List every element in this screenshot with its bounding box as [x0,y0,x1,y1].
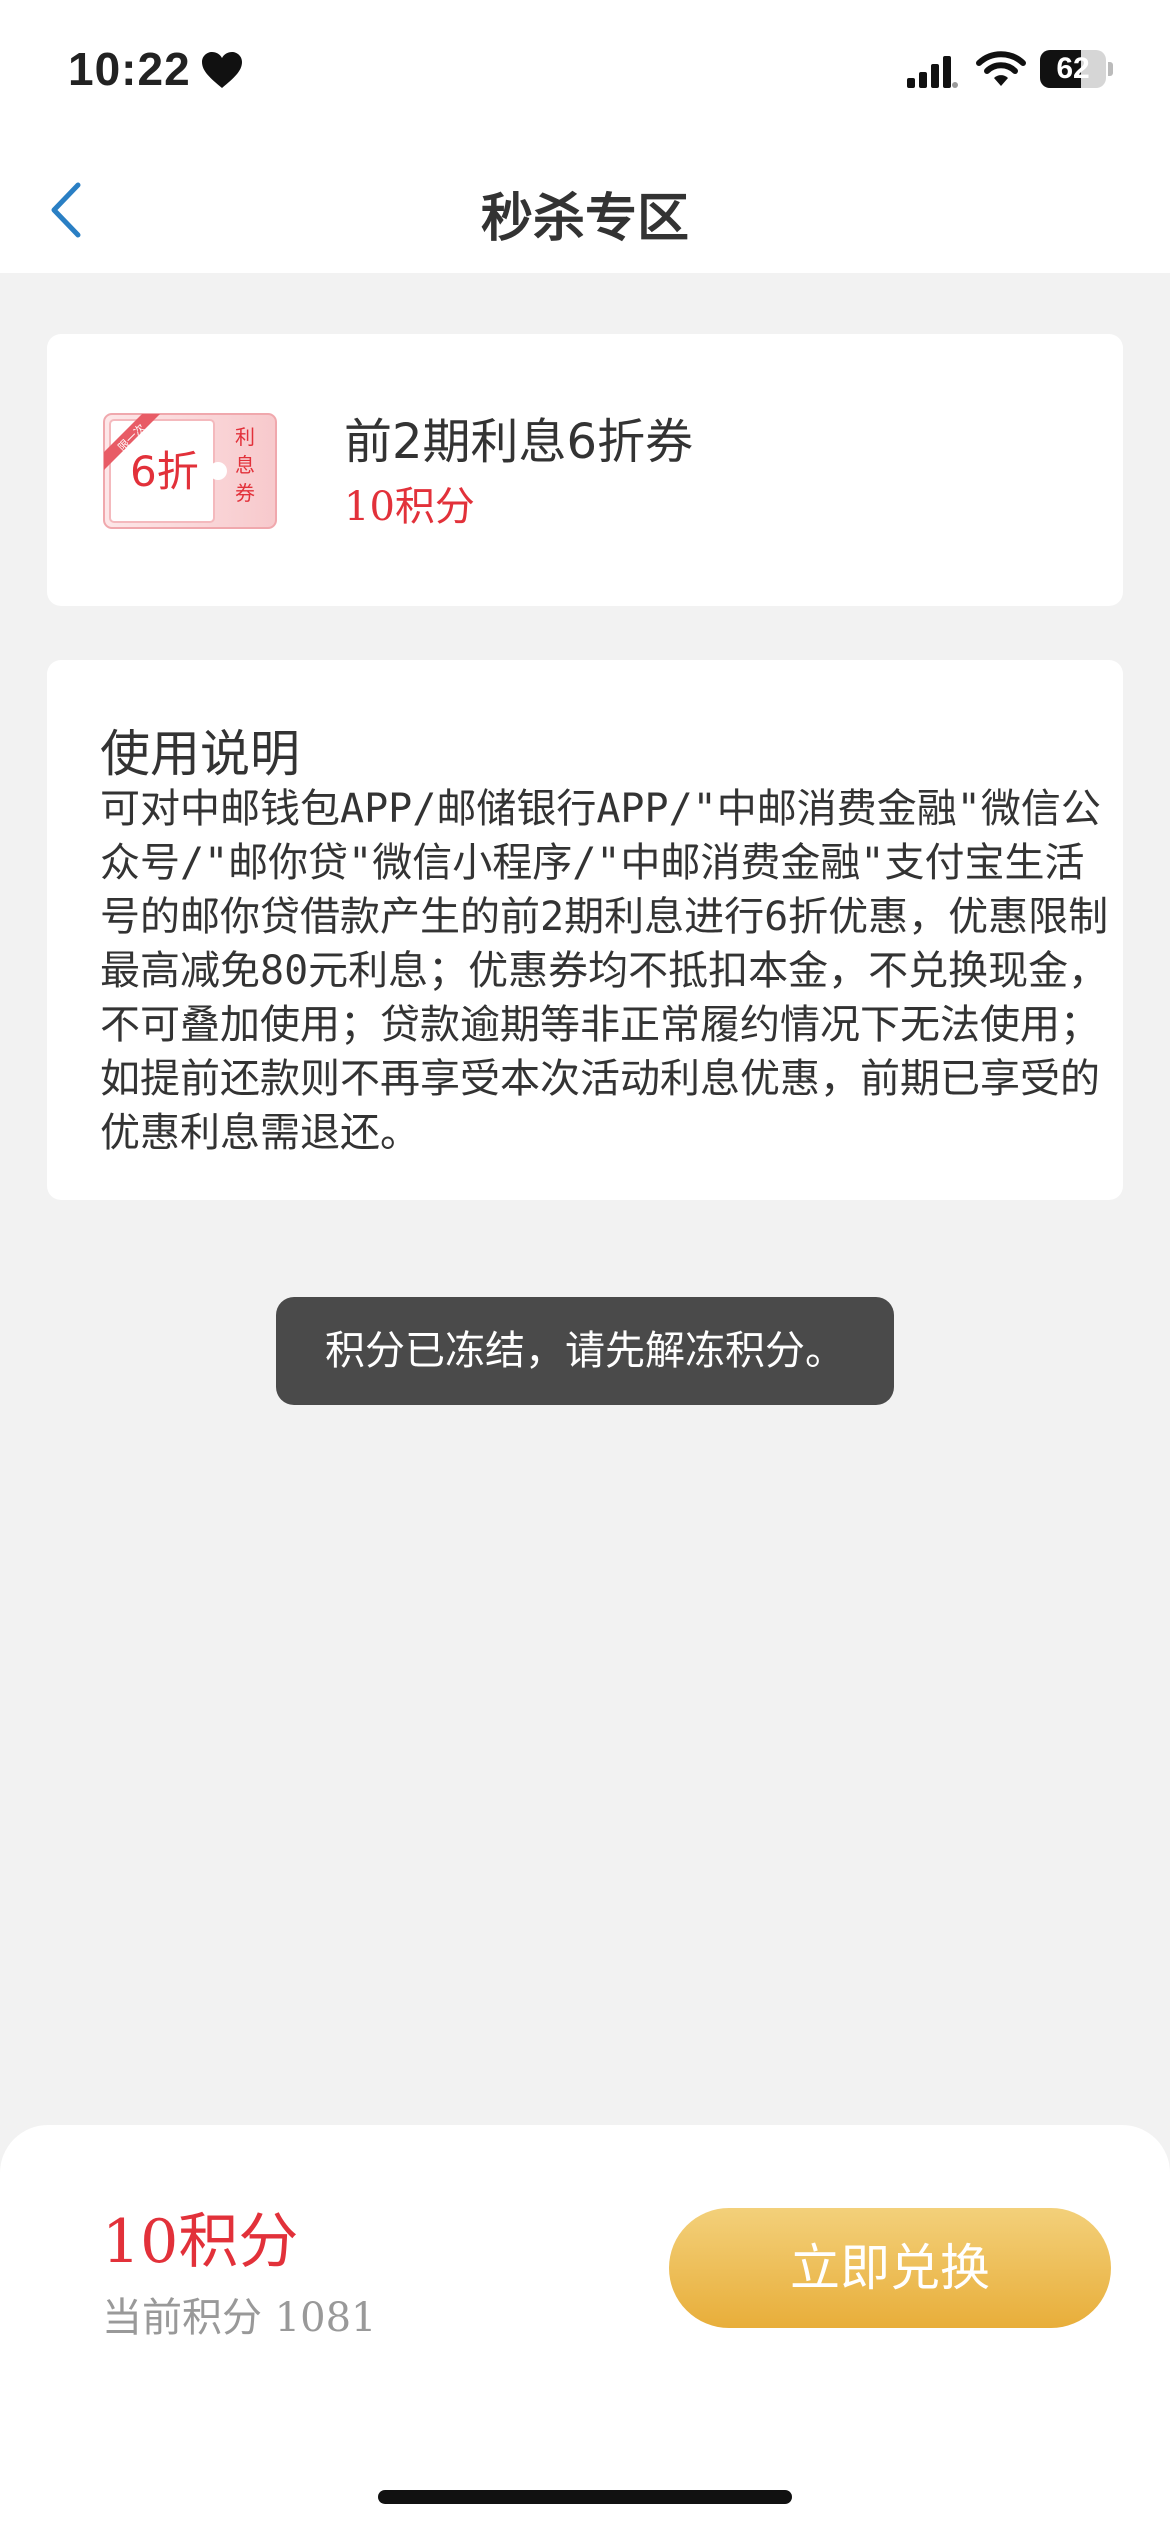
current-points-balance: 当前积分 1081 [102,2295,377,2341]
coupon-icon-label-2: 息 [235,453,255,477]
price-points: 10积分 [102,2207,299,2277]
battery-level: 62 [1056,52,1090,85]
coupon-points: 10积分 [344,484,475,530]
instructions-card: 使用说明 可对中邮钱包APP/邮储银行APP/"中邮消费金融"微信公众号/"邮你… [47,660,1123,1200]
instructions-body: 可对中邮钱包APP/邮储银行APP/"中邮消费金融"微信公众号/"邮你贷"微信小… [100,786,1109,1156]
status-time: 10:22 [68,43,191,95]
coupon-icon-label-1: 利 [235,425,255,449]
home-indicator[interactable] [378,2490,792,2504]
toast-message: 积分已冻结，请先解冻积分。 [276,1297,894,1405]
cellular-signal-icon [907,56,958,88]
coupon-ticket-icon: 限一次 6折 利 息 券 [103,413,277,529]
instructions-title: 使用说明 [100,725,300,783]
coupon-card: 限一次 6折 利 息 券 前2期利息6折券 10积分 [47,334,1123,606]
status-bar: 10:22 62 [0,0,1170,150]
heart-icon [202,52,242,88]
coupon-name: 前2期利息6折券 [344,414,694,470]
wifi-icon [976,51,1026,86]
bottom-action-bar: 10积分 当前积分 1081 立即兑换 [0,2125,1170,2532]
battery-indicator: 62 [1040,50,1113,90]
coupon-icon-label-3: 券 [235,481,255,505]
coupon-icon-discount: 6折 [130,447,199,496]
exchange-now-button[interactable]: 立即兑换 [669,2208,1111,2328]
page-title: 秒杀专区 [480,189,689,249]
nav-bar: 秒杀专区 [0,150,1170,273]
